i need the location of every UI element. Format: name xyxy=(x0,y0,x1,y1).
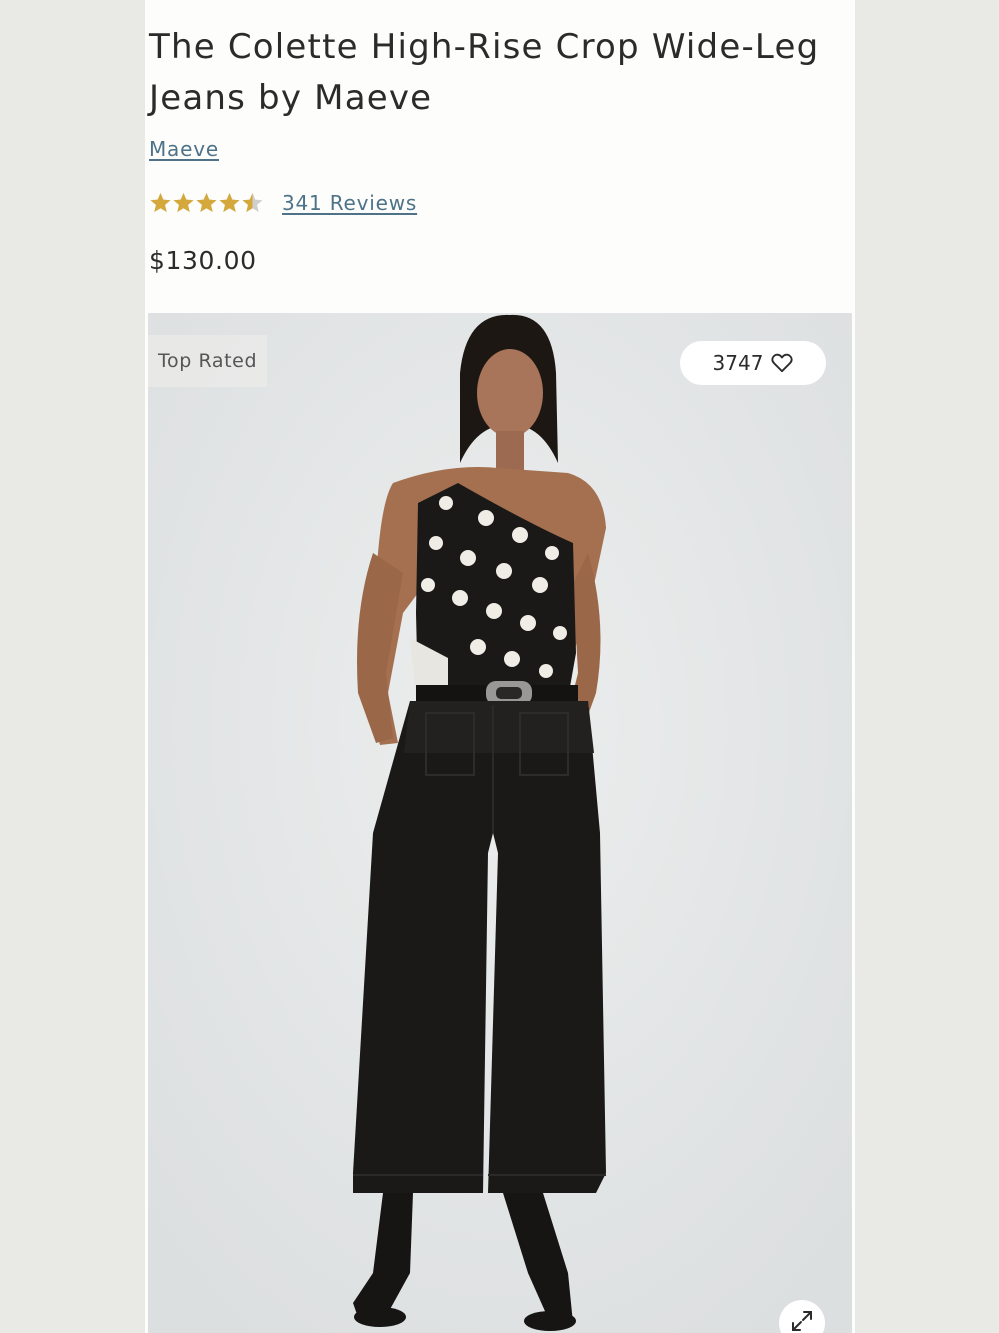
rating-row: 341 Reviews xyxy=(149,188,417,218)
star-rating xyxy=(149,192,264,214)
star-icon xyxy=(241,192,264,214)
product-page: The Colette High-Rise Crop Wide-Leg Jean… xyxy=(145,0,855,1333)
reviews-link[interactable]: 341 Reviews xyxy=(282,191,417,215)
product-price: $130.00 xyxy=(149,246,257,275)
wishlist-button[interactable]: 3747 xyxy=(680,341,826,385)
brand-link[interactable]: Maeve xyxy=(149,137,219,161)
wishlist-count: 3747 xyxy=(712,351,764,375)
left-margin xyxy=(0,0,145,1333)
star-icon xyxy=(149,192,172,214)
model-photo xyxy=(148,313,852,1333)
right-margin xyxy=(855,0,999,1333)
product-title: The Colette High-Rise Crop Wide-Leg Jean… xyxy=(149,27,820,118)
star-icon xyxy=(172,192,195,214)
star-icon xyxy=(218,192,241,214)
star-icon xyxy=(195,192,218,214)
heart-outline-icon xyxy=(771,353,794,373)
expand-arrows-icon xyxy=(790,1309,814,1333)
product-image[interactable]: Top Rated 3747 xyxy=(148,313,852,1333)
top-rated-badge: Top Rated xyxy=(148,335,268,387)
